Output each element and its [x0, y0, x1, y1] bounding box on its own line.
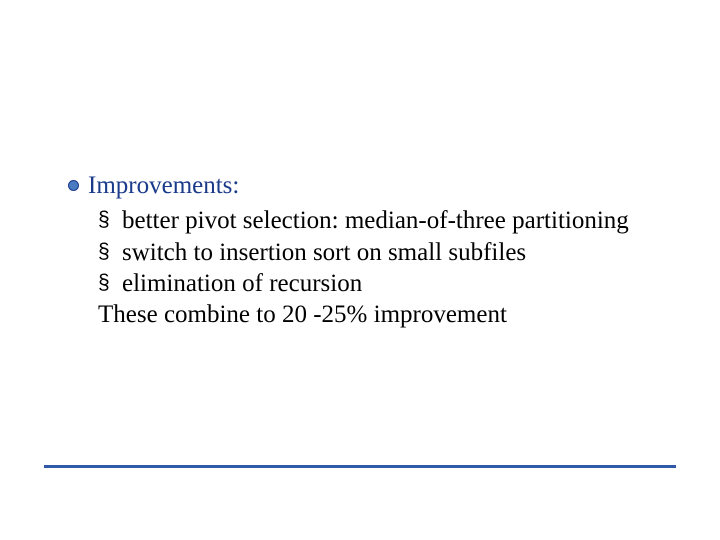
square-bullet-icon: § [98, 240, 110, 264]
slide-content: Improvements: § better pivot selection: … [68, 170, 668, 330]
list-item-text: elimination of recursion [122, 268, 668, 299]
list-item-text: better pivot selection: median-of-three … [122, 205, 668, 236]
summary-line: These combine to 20 -25% improvement [98, 299, 668, 330]
footer-divider [44, 465, 676, 468]
sublist: § better pivot selection: median-of-thre… [98, 205, 668, 299]
slide: Improvements: § better pivot selection: … [0, 0, 720, 540]
dot-bullet-icon [68, 180, 79, 191]
level1-heading: Improvements: [88, 170, 668, 201]
list-item: § elimination of recursion [98, 268, 668, 299]
square-bullet-icon: § [98, 271, 110, 295]
list-item-text: switch to insertion sort on small subfil… [122, 237, 668, 268]
list-item: § switch to insertion sort on small subf… [98, 237, 668, 268]
square-bullet-icon: § [98, 208, 110, 232]
level1-item: Improvements: [68, 170, 668, 201]
list-item: § better pivot selection: median-of-thre… [98, 205, 668, 236]
